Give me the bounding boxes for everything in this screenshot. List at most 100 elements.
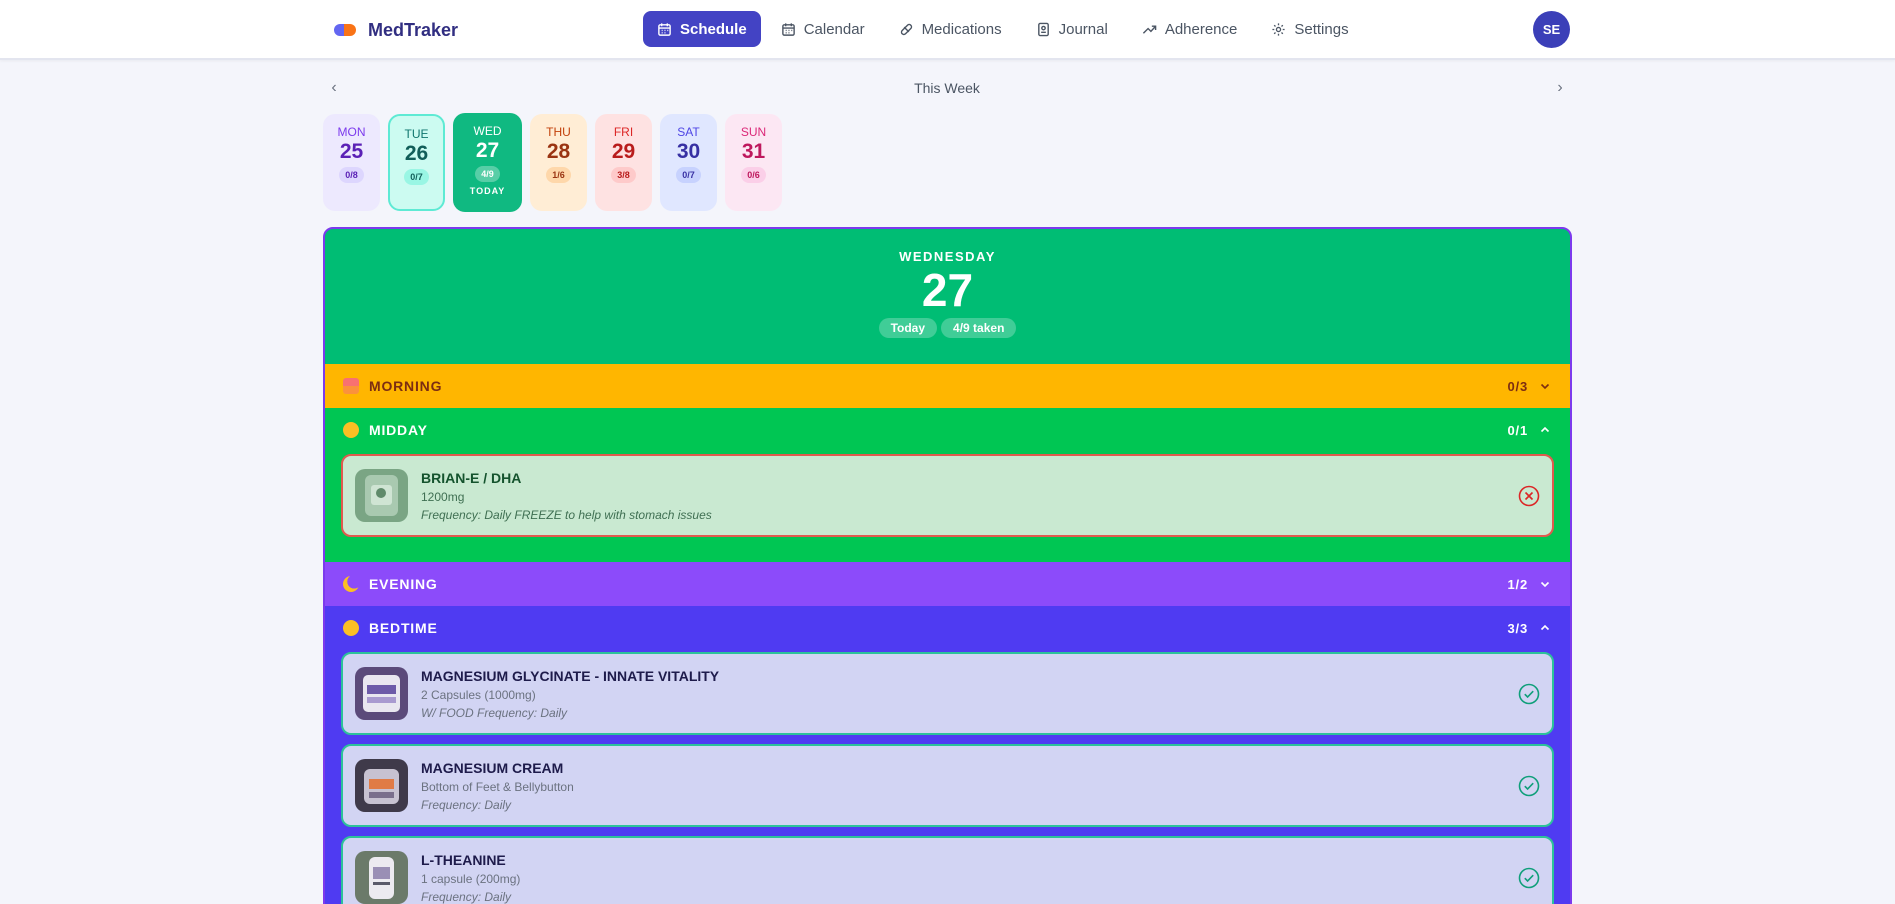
nav-journal[interactable]: Journal	[1022, 11, 1122, 47]
chevron-down-icon	[1540, 581, 1550, 588]
calendar-icon	[781, 22, 795, 36]
day-card-wed[interactable]: WED 27 4/9 TODAY	[453, 113, 522, 212]
section-header-midday[interactable]: MIDDAY 0/1	[325, 408, 1570, 452]
day-card-tue[interactable]: TUE 26 0/7	[388, 114, 445, 211]
user-avatar[interactable]: SE	[1533, 11, 1570, 48]
top-navbar: MedTraker Schedule Calendar Medications …	[0, 0, 1895, 60]
chevron-up-icon	[1540, 426, 1550, 433]
brand[interactable]: MedTraker	[334, 18, 458, 42]
selected-day-header: WEDNESDAY 27 Today 4/9 taken	[325, 229, 1570, 364]
chevron-down-icon	[1540, 383, 1550, 390]
brand-name: MedTraker	[368, 19, 459, 40]
day-number: 31	[741, 140, 766, 163]
medication-dose: 1200mg	[421, 489, 465, 504]
medication-photo	[355, 667, 408, 720]
section-label: BEDTIME	[369, 620, 438, 636]
section-count: 1/2	[1507, 576, 1528, 592]
medication-name: MAGNESIUM CREAM	[421, 759, 564, 776]
pill-icon	[900, 23, 912, 35]
calendar-icon	[658, 22, 671, 36]
selected-weekday: WEDNESDAY	[899, 249, 996, 264]
medication-name: MAGNESIUM GLYCINATE - INNATE VITALITY	[421, 667, 720, 684]
nav-adherence-label: Adherence	[1164, 20, 1238, 38]
day-dose-count: 0/7	[404, 169, 429, 185]
medication-photo	[355, 469, 408, 522]
day-dose-count: 3/8	[611, 167, 636, 183]
medication-note: Frequency: Daily FREEZE to help with sto…	[421, 507, 712, 522]
chevron-up-icon	[1540, 624, 1550, 631]
day-number: 28	[546, 140, 571, 163]
section-label: MORNING	[369, 378, 443, 394]
day-schedule-panel: WEDNESDAY 27 Today 4/9 taken MORNING 0/3…	[323, 227, 1572, 904]
day-name: SAT	[677, 125, 700, 139]
day-dose-count: 4/9	[475, 166, 500, 182]
day-card-sat[interactable]: SAT 30 0/7	[660, 114, 717, 211]
nav-calendar[interactable]: Calendar	[767, 11, 879, 47]
section-label: MIDDAY	[369, 422, 428, 438]
moon-icon	[343, 576, 359, 592]
nav-settings[interactable]: Settings	[1257, 11, 1362, 47]
gear-icon	[1272, 22, 1285, 36]
day-name: THU	[546, 125, 571, 139]
section-count: 0/1	[1507, 422, 1528, 438]
medication-card[interactable]: L-THEANINE 1 capsule (200mg) Frequency: …	[341, 836, 1554, 904]
day-number: 29	[611, 140, 636, 163]
section-header-morning[interactable]: MORNING 0/3	[325, 364, 1570, 408]
medication-note: Frequency: Daily	[421, 797, 512, 812]
day-number: 25	[339, 140, 364, 163]
trending-up-icon	[1142, 25, 1157, 34]
medication-dose: Bottom of Feet & Bellybutton	[421, 779, 574, 794]
sun-face-icon	[343, 422, 359, 438]
check-circle-icon[interactable]	[1518, 683, 1540, 705]
day-dose-count: 0/8	[339, 167, 364, 183]
check-circle-icon[interactable]	[1518, 867, 1540, 889]
day-name: SUN	[740, 125, 767, 139]
chevron-right-icon: ›	[1557, 79, 1563, 96]
medication-dose: 2 Capsules (1000mg)	[421, 687, 536, 702]
nav-medications[interactable]: Medications	[885, 11, 1016, 47]
medication-name: L-THEANINE	[421, 851, 506, 868]
sunrise-icon	[343, 378, 359, 394]
missed-x-circle-icon[interactable]	[1518, 485, 1540, 507]
medication-card[interactable]: MAGNESIUM CREAM Bottom of Feet & Bellybu…	[341, 744, 1554, 827]
medication-note: Frequency: Daily	[421, 889, 512, 904]
medication-photo	[355, 851, 408, 904]
medication-card[interactable]: MAGNESIUM GLYCINATE - INNATE VITALITY 2 …	[341, 652, 1554, 735]
week-title: This Week	[914, 80, 980, 96]
nav-medications-label: Medications	[921, 20, 1002, 38]
day-card-mon[interactable]: MON 25 0/8	[323, 114, 380, 211]
day-name: FRI	[613, 125, 634, 139]
day-card-sun[interactable]: SUN 31 0/6	[725, 114, 782, 211]
section-label: EVENING	[369, 576, 438, 592]
day-number: 30	[676, 140, 701, 163]
day-card-fri[interactable]: FRI 29 3/8	[595, 114, 652, 211]
day-number: 27	[475, 139, 500, 162]
journal-icon	[1037, 22, 1049, 36]
section-header-bedtime[interactable]: BEDTIME 3/3	[325, 606, 1570, 650]
section-bedtime: BEDTIME 3/3 MAGNESIUM GLYCINATE - INNATE…	[325, 606, 1570, 904]
today-label: TODAY	[469, 186, 506, 196]
section-header-evening[interactable]: EVENING 1/2	[325, 562, 1570, 606]
day-name: MON	[337, 125, 366, 139]
week-day-strip: MON 25 0/8 TUE 26 0/7 WED 27 4/9 TODAY T…	[323, 113, 782, 212]
next-week-button[interactable]: ›	[1550, 78, 1570, 98]
today-badge: Today	[878, 318, 938, 338]
day-dose-count: 0/6	[741, 167, 766, 183]
section-midday: MIDDAY 0/1 BRIAN-E / DHA 1200mg Frequenc…	[325, 408, 1570, 562]
day-dose-count: 1/6	[546, 167, 571, 183]
sleep-face-icon	[343, 620, 359, 636]
check-circle-icon[interactable]	[1518, 775, 1540, 797]
section-count: 3/3	[1507, 620, 1528, 636]
day-number: 26	[404, 142, 429, 165]
medication-card[interactable]: BRIAN-E / DHA 1200mg Frequency: Daily FR…	[341, 454, 1554, 537]
nav-schedule[interactable]: Schedule	[643, 11, 761, 47]
day-card-thu[interactable]: THU 28 1/6	[530, 114, 587, 211]
day-dose-count: 0/7	[676, 167, 701, 183]
medication-dose: 1 capsule (200mg)	[421, 871, 521, 886]
section-evening: EVENING 1/2	[325, 562, 1570, 606]
nav-journal-label: Journal	[1058, 20, 1108, 38]
medication-note: W/ FOOD Frequency: Daily	[421, 705, 568, 720]
nav-adherence[interactable]: Adherence	[1128, 11, 1252, 47]
week-header: ‹ This Week ›	[324, 78, 1570, 98]
pill-logo-icon	[334, 24, 356, 36]
